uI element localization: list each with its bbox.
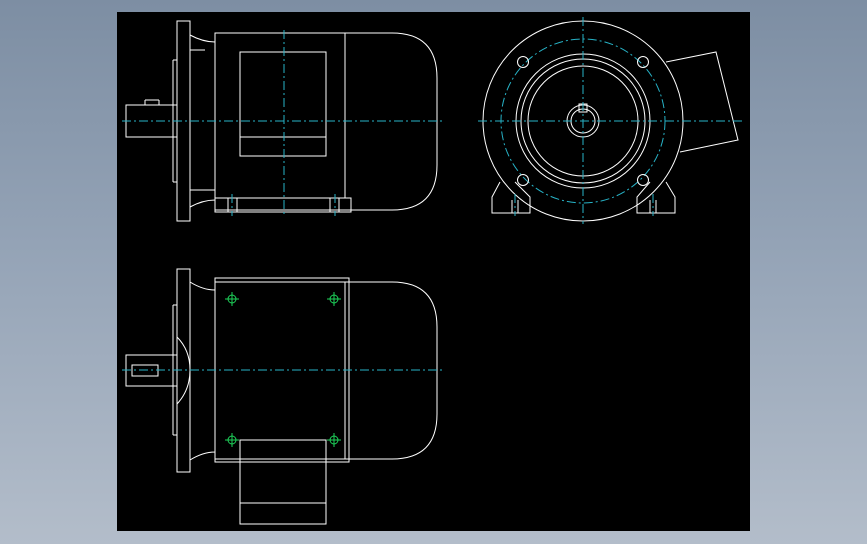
- side-terminal-box: [239, 51, 327, 157]
- front-bolt-hole-tl: [517, 56, 529, 68]
- front-bolt-hole-bl: [517, 174, 529, 186]
- top-mount-hole-1: [225, 292, 239, 306]
- front-bolt-hole-tr: [637, 56, 649, 68]
- cad-drawing[interactable]: [0, 0, 867, 544]
- top-mount-hole-2: [327, 292, 341, 306]
- front-foot-left: [491, 181, 531, 214]
- front-bolt-hole-br: [637, 174, 649, 186]
- top-terminal-box: [239, 439, 327, 525]
- top-mount-hole-4: [327, 433, 341, 447]
- top-mount-hole-3: [225, 433, 239, 447]
- top-view: [122, 268, 442, 525]
- side-view: [122, 20, 442, 222]
- front-terminal-box: [665, 51, 739, 153]
- front-view: [478, 17, 744, 224]
